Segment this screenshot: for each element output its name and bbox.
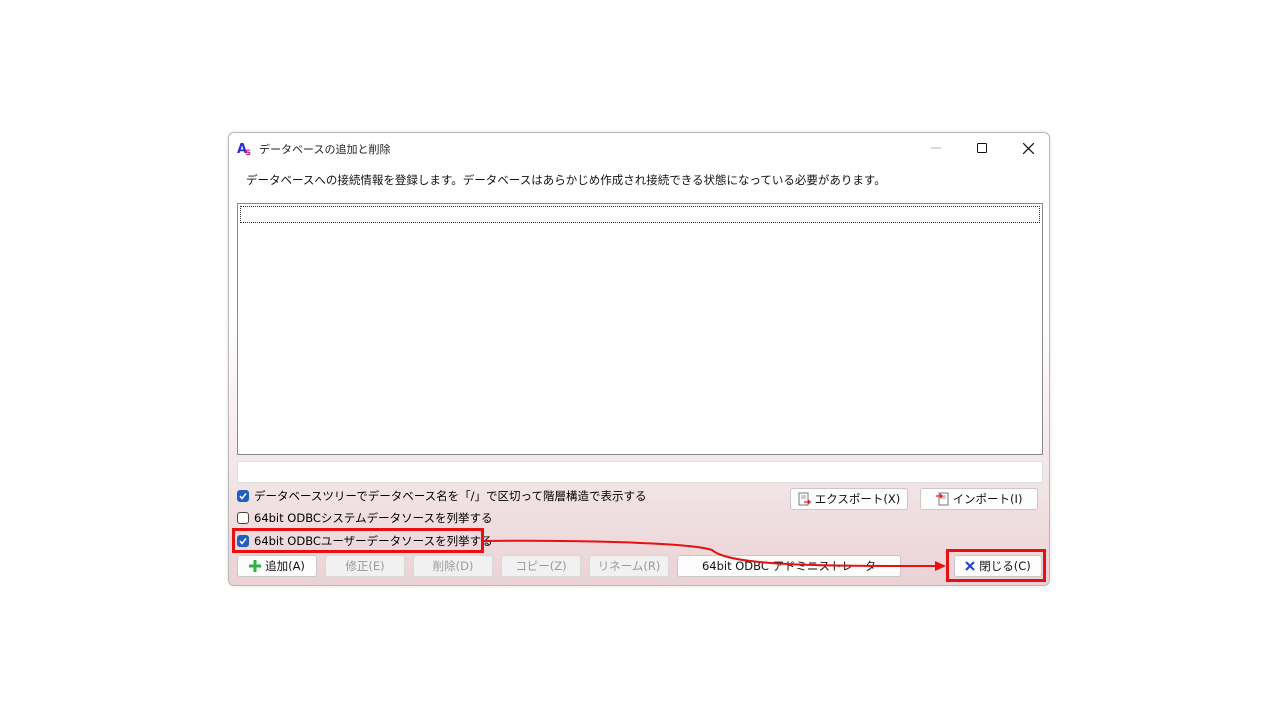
import-label: インポート(I) xyxy=(952,492,1023,506)
import-icon xyxy=(935,492,949,506)
checkbox-checked-icon[interactable] xyxy=(237,490,249,502)
import-button[interactable]: インポート(I) xyxy=(920,488,1038,510)
description-text: データベースへの接続情報を登録します。データベースはあらかじめ作成され接続できる… xyxy=(246,173,886,187)
close-x-icon xyxy=(965,561,976,571)
svg-text:s: s xyxy=(245,147,251,156)
maximize-icon xyxy=(977,143,987,153)
add-button[interactable]: 追加(A) xyxy=(237,555,317,577)
minimize-button[interactable] xyxy=(913,133,959,163)
odbc-admin-button[interactable]: 64bit ODBC アドミニストレータ xyxy=(677,555,901,577)
odbc-admin-label: 64bit ODBC アドミニストレータ xyxy=(701,559,877,573)
plus-icon xyxy=(249,560,262,572)
rename-label: リネーム(R) xyxy=(597,559,661,573)
modify-button[interactable]: 修正(E) xyxy=(325,555,405,577)
checkbox-unchecked-icon[interactable] xyxy=(237,512,249,524)
status-field xyxy=(237,461,1043,483)
user-dsn-checkbox-row[interactable]: 64bit ODBCユーザーデータソースを列挙する xyxy=(237,533,493,549)
export-label: エクスポート(X) xyxy=(814,492,901,506)
export-button[interactable]: エクスポート(X) xyxy=(790,488,908,510)
copy-label: コピー(Z) xyxy=(515,559,567,573)
close-icon xyxy=(1022,142,1034,154)
close-window-button[interactable] xyxy=(1005,133,1049,163)
window-title: データベースの追加と削除 xyxy=(259,143,391,156)
close-label: 閉じる(C) xyxy=(979,559,1031,573)
system-dsn-checkbox-row[interactable]: 64bit ODBCシステムデータソースを列挙する xyxy=(237,510,493,526)
title-bar: A s データベースの追加と削除 xyxy=(229,133,1049,163)
tree-hierarchy-label: データベースツリーでデータベース名を「/」で区切って階層構造で表示する xyxy=(254,489,647,503)
rename-button[interactable]: リネーム(R) xyxy=(589,555,669,577)
user-dsn-label: 64bit ODBCユーザーデータソースを列挙する xyxy=(254,534,493,548)
database-dialog: A s データベースの追加と削除 データベースへの接続情報を登録します。データベ… xyxy=(228,132,1050,586)
delete-button[interactable]: 削除(D) xyxy=(413,555,493,577)
system-dsn-label: 64bit ODBCシステムデータソースを列挙する xyxy=(254,511,493,525)
tree-hierarchy-checkbox-row[interactable]: データベースツリーでデータベース名を「/」で区切って階層構造で表示する xyxy=(237,488,646,504)
export-icon xyxy=(798,492,811,506)
database-list[interactable] xyxy=(237,203,1043,455)
delete-label: 削除(D) xyxy=(432,559,474,573)
checkbox-checked-icon[interactable] xyxy=(237,535,249,547)
list-focus-row[interactable] xyxy=(240,206,1040,223)
modify-label: 修正(E) xyxy=(345,559,385,573)
minimize-icon xyxy=(931,147,941,149)
maximize-button[interactable] xyxy=(959,133,1005,163)
copy-button[interactable]: コピー(Z) xyxy=(501,555,581,577)
app-icon: A s xyxy=(237,142,251,156)
close-button[interactable]: 閉じる(C) xyxy=(954,555,1042,577)
add-label: 追加(A) xyxy=(265,559,305,573)
